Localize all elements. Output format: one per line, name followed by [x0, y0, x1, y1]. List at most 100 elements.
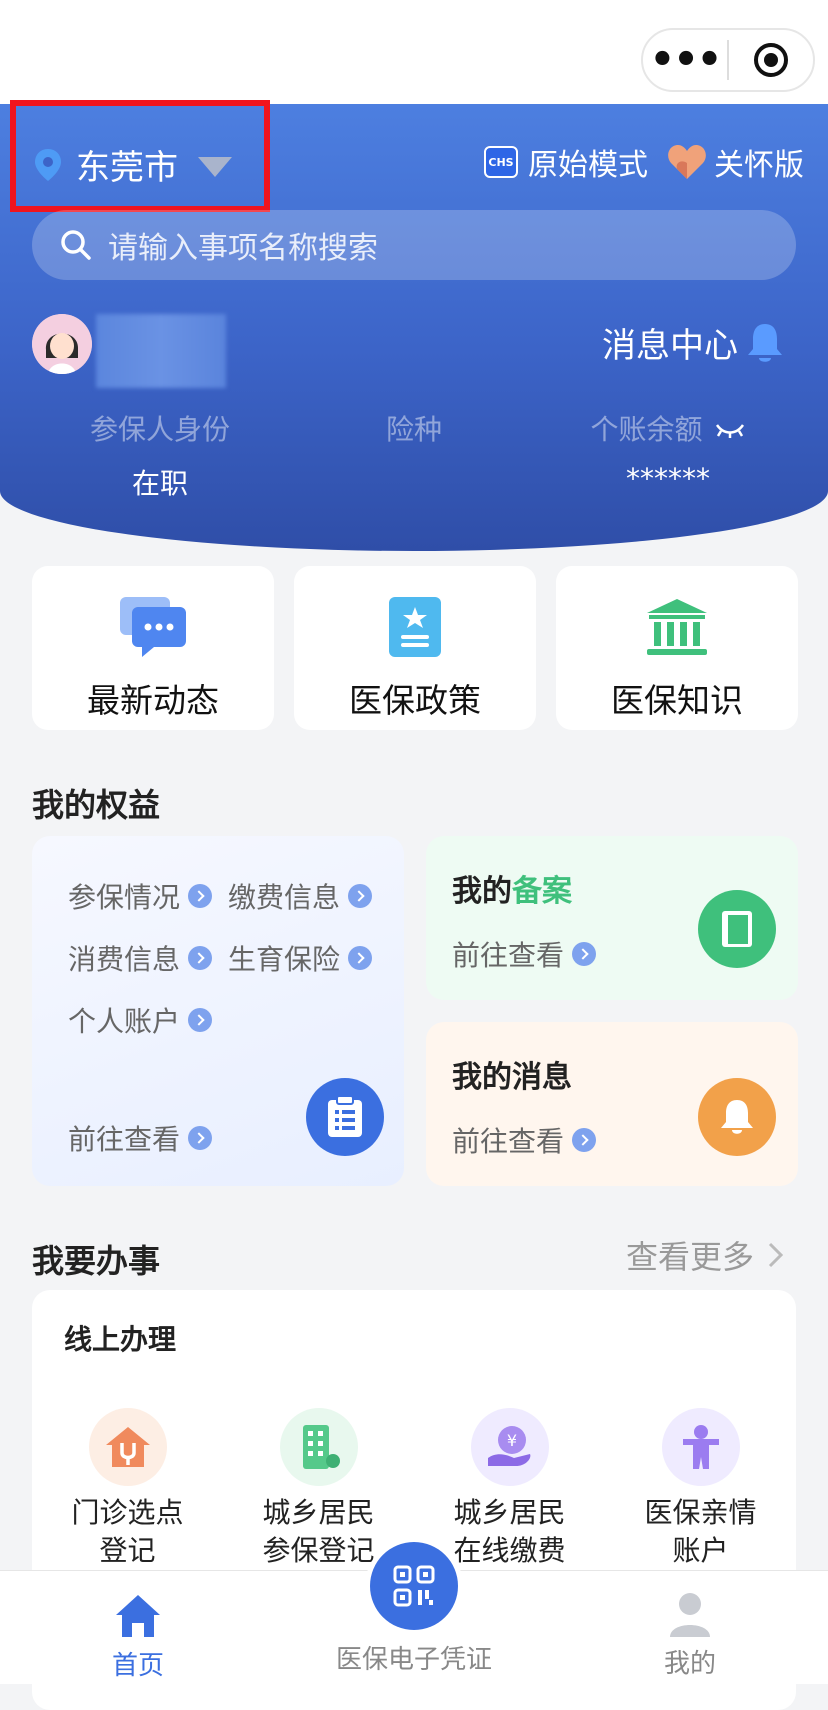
policy-star-icon — [389, 597, 441, 657]
person-icon-badge — [661, 1408, 740, 1486]
rights-link-enrollment[interactable]: 参保情况 — [68, 876, 213, 916]
stat-balance[interactable]: 个账余额 ****** — [568, 408, 768, 495]
service-label: 医保亲情 账户 — [613, 1494, 789, 1570]
hand-yuan-icon-badge: ¥ — [470, 1408, 549, 1486]
arrow-right-icon — [348, 884, 373, 908]
stat-value: 在职 — [131, 467, 188, 500]
mode-switch: CHS 原始模式 关怀版 — [484, 140, 804, 184]
service-outpatient-registration[interactable]: 门诊选点 登记 — [40, 1408, 216, 1570]
arrow-right-icon — [188, 884, 213, 908]
search-input[interactable]: 请输入事项名称搜索 — [108, 223, 378, 267]
my-messages-card[interactable]: 我的消息 前往查看 — [426, 1022, 798, 1186]
person-icon — [682, 1425, 719, 1469]
arrow-right-icon — [348, 946, 373, 970]
qr-code-icon — [393, 1565, 435, 1607]
city-selector[interactable]: 东莞市 — [34, 140, 232, 189]
search-icon — [61, 230, 91, 260]
view-more-link[interactable]: 查看更多 — [626, 1232, 786, 1278]
user-name-blurred — [96, 314, 226, 388]
service-family-account[interactable]: 医保亲情 账户 — [613, 1408, 789, 1570]
rights-link-personal-account[interactable]: 个人账户 — [68, 1000, 213, 1040]
location-pin-icon — [35, 148, 61, 181]
link-label: 缴费信息 — [228, 881, 341, 914]
chevron-right-icon — [768, 1242, 784, 1268]
arrow-right-icon — [188, 946, 213, 970]
rights-main-card: 参保情况 缴费信息 消费信息 生育保险 个人账户 前往查看 — [32, 836, 404, 1186]
rights-section-title: 我的权益 — [32, 786, 161, 824]
nav-mine[interactable]: 我的 — [640, 1571, 740, 1680]
stat-label: 个账余额 — [590, 413, 703, 446]
rights-go-view[interactable]: 前往查看 — [68, 1118, 213, 1158]
link-label: 参保情况 — [68, 881, 181, 914]
quick-link-label: 医保知识 — [611, 681, 743, 720]
voucher-qr-button[interactable] — [370, 1542, 458, 1630]
stat-insurance-type: 险种 — [314, 408, 514, 462]
quick-link-label: 最新动态 — [87, 681, 219, 720]
messages-go-view[interactable]: 前往查看 — [452, 1120, 597, 1160]
filing-title-highlight: 备案 — [512, 874, 572, 909]
svg-text:¥: ¥ — [506, 1431, 516, 1450]
rights-link-consumption[interactable]: 消费信息 — [68, 938, 213, 978]
hand-yuan-icon: ¥ — [487, 1426, 530, 1466]
stat-label: 险种 — [385, 413, 442, 446]
bell-icon — [748, 323, 782, 362]
top-bar: ••• — [0, 0, 828, 104]
home-icon — [116, 1595, 160, 1637]
messages-title: 我的消息 — [452, 1060, 572, 1095]
bell-icon — [721, 1100, 753, 1134]
bell-icon-badge — [698, 1078, 776, 1156]
dropdown-triangle-icon — [198, 156, 232, 177]
house-medical-icon — [105, 1427, 150, 1467]
quick-links: 最新动态 医保政策 医保知识 — [32, 566, 798, 730]
more-menu-button[interactable]: ••• — [643, 40, 727, 80]
my-filing-card[interactable]: 我的备案 前往查看 — [426, 836, 798, 1000]
service-label-line1: 城乡居民 — [262, 1496, 375, 1529]
close-target-button[interactable] — [729, 42, 813, 78]
nav-voucher-label: 医保电子凭证 — [335, 1645, 492, 1675]
book-icon — [722, 911, 752, 947]
rights-link-payment[interactable]: 缴费信息 — [228, 876, 373, 916]
nav-home[interactable]: 首页 — [88, 1571, 188, 1682]
stat-label-row: 个账余额 — [568, 408, 768, 448]
avatar[interactable] — [32, 314, 92, 374]
link-label: 前往查看 — [452, 1125, 565, 1158]
link-label: 消费信息 — [68, 943, 181, 976]
link-label: 个人账户 — [68, 1005, 181, 1038]
house-medical-icon-badge — [88, 1408, 167, 1486]
chat-bubbles-icon — [120, 597, 186, 657]
search-bar[interactable]: 请输入事项名称搜索 — [32, 210, 796, 280]
clipboard-icon — [328, 1095, 362, 1137]
eye-closed-icon[interactable] — [715, 421, 745, 439]
stat-label: 参保人身份 — [89, 413, 230, 446]
arrow-right-icon — [188, 1126, 213, 1150]
nav-home-label: 首页 — [111, 1651, 164, 1681]
filing-go-view[interactable]: 前往查看 — [452, 934, 597, 974]
quick-link-knowledge[interactable]: 医保知识 — [556, 566, 798, 730]
stat-value: ****** — [626, 462, 710, 495]
link-label: 前往查看 — [68, 1123, 181, 1156]
nav-voucher[interactable]: 医保电子凭证 — [314, 1639, 514, 1676]
user-avatar-icon — [32, 314, 92, 374]
arrow-right-icon — [572, 1128, 597, 1152]
service-resident-enrollment[interactable]: 城乡居民 参保登记 — [231, 1408, 407, 1570]
mini-program-capsule: ••• — [641, 28, 815, 92]
target-icon — [753, 43, 788, 77]
rights-link-maternity[interactable]: 生育保险 — [228, 938, 373, 978]
view-more-label: 查看更多 — [625, 1238, 754, 1276]
bank-building-icon — [647, 599, 707, 655]
building-icon-badge — [279, 1408, 358, 1486]
service-label-line1: 医保亲情 — [644, 1496, 757, 1529]
quick-link-news[interactable]: 最新动态 — [32, 566, 274, 730]
nav-mine-label: 我的 — [663, 1649, 716, 1679]
service-label-line1: 城乡居民 — [453, 1496, 566, 1529]
message-center[interactable]: 消息中心 — [602, 318, 786, 367]
link-label: 生育保险 — [228, 943, 341, 976]
service-resident-payment[interactable]: ¥ 城乡居民 在线缴费 — [422, 1408, 598, 1570]
clipboard-icon-badge — [306, 1078, 384, 1156]
original-mode-link[interactable]: 原始模式 — [528, 140, 648, 184]
care-mode-link[interactable]: 关怀版 — [714, 140, 804, 184]
building-icon — [302, 1425, 340, 1469]
care-heart-icon — [668, 145, 706, 179]
quick-link-policy[interactable]: 医保政策 — [294, 566, 536, 730]
online-services-title: 线上办理 — [64, 1323, 177, 1356]
